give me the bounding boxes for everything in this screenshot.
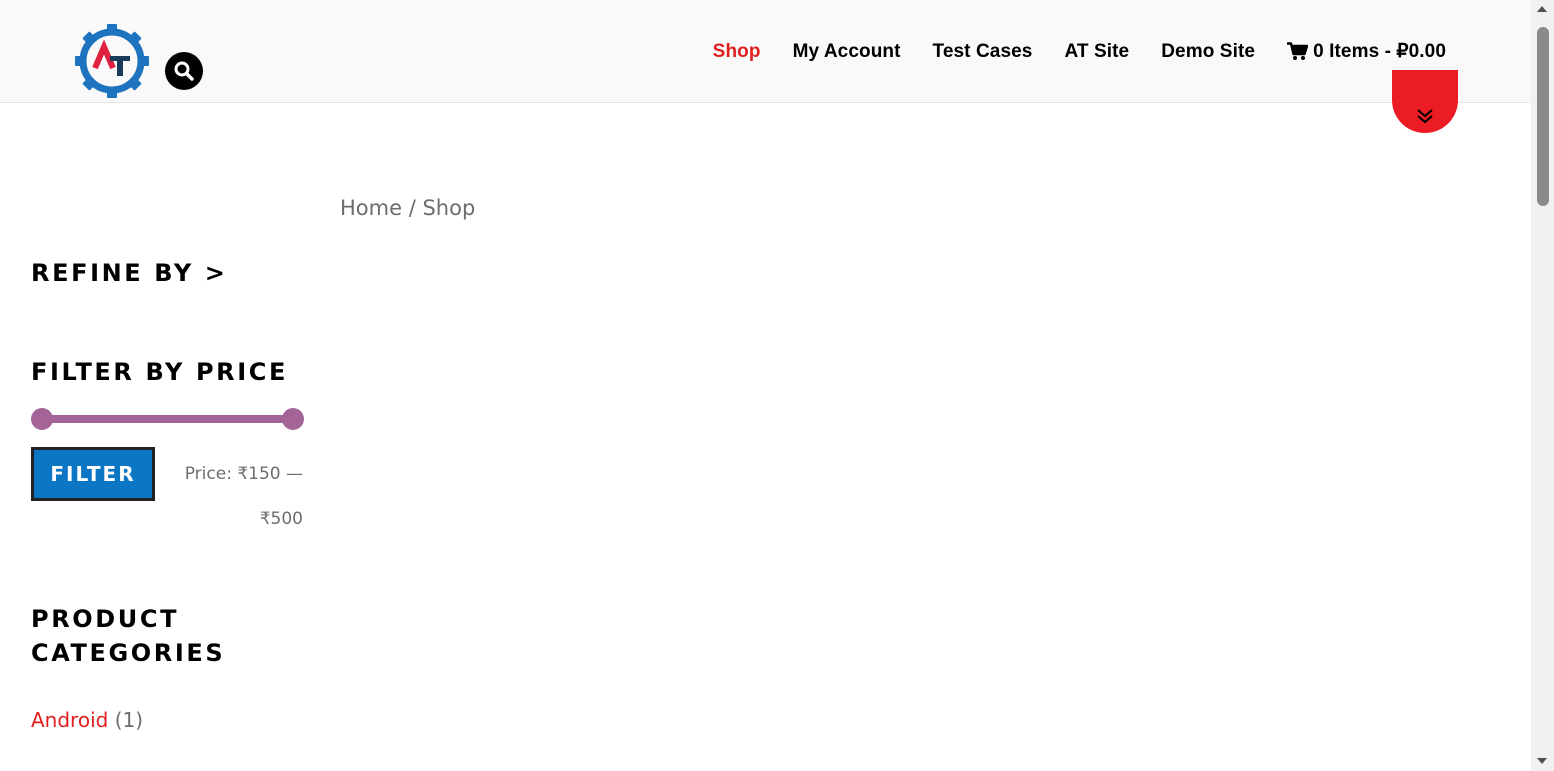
product-categories-title-line-1: PRODUCT xyxy=(31,605,180,633)
nav-shop[interactable]: Shop xyxy=(713,41,761,63)
filter-button[interactable]: FILTER xyxy=(31,447,155,501)
price-range-line-2: ₹500 xyxy=(259,509,303,529)
site-header: Shop My Account Test Cases AT Site Demo … xyxy=(0,0,1531,103)
product-categories-title-line-2: CATEGORIES xyxy=(31,639,226,667)
nav-test-cases[interactable]: Test Cases xyxy=(933,41,1033,63)
product-categories-title: PRODUCT CATEGORIES xyxy=(31,602,225,670)
double-chevron-down-icon xyxy=(1417,109,1433,124)
cart-link[interactable]: 0 Items - ₽0.00 xyxy=(1287,40,1446,63)
main-nav: Shop My Account Test Cases AT Site Demo … xyxy=(681,40,1446,63)
price-range-label: Price: ₹150 — ₹500 xyxy=(170,452,303,542)
category-item: Android (1) xyxy=(31,708,143,732)
cart-icon xyxy=(1287,42,1309,60)
breadcrumb-current: Shop xyxy=(422,196,476,220)
search-icon xyxy=(174,61,194,81)
category-link-android[interactable]: Android xyxy=(31,708,108,732)
gear-logo-icon xyxy=(75,24,149,98)
cart-summary: 0 Items - ₽0.00 xyxy=(1313,41,1446,62)
breadcrumb-home[interactable]: Home xyxy=(340,196,402,220)
price-range-line-1: Price: ₹150 — xyxy=(184,464,303,484)
nav-at-site[interactable]: AT Site xyxy=(1064,41,1129,63)
page-scrollbar[interactable] xyxy=(1531,0,1554,771)
site-logo[interactable] xyxy=(73,22,151,100)
nav-my-account[interactable]: My Account xyxy=(793,41,901,63)
price-slider-range xyxy=(41,415,294,423)
price-slider-max-handle[interactable] xyxy=(282,408,304,430)
refine-by-title[interactable]: REFINE BY > xyxy=(31,256,227,290)
category-count: (1) xyxy=(114,708,144,732)
price-slider-min-handle[interactable] xyxy=(31,408,53,430)
price-slider[interactable] xyxy=(31,408,304,430)
scroll-down-arrow-icon[interactable] xyxy=(1537,758,1547,764)
scroll-up-arrow-icon[interactable] xyxy=(1537,6,1547,12)
search-button[interactable] xyxy=(165,52,203,90)
breadcrumb-separator: / xyxy=(402,196,423,220)
breadcrumb: Home / Shop xyxy=(340,196,475,220)
scroll-down-button[interactable] xyxy=(1392,70,1458,133)
filter-by-price-title: FILTER BY PRICE xyxy=(31,358,288,386)
nav-demo-site[interactable]: Demo Site xyxy=(1161,41,1255,63)
scrollbar-thumb[interactable] xyxy=(1537,27,1549,206)
